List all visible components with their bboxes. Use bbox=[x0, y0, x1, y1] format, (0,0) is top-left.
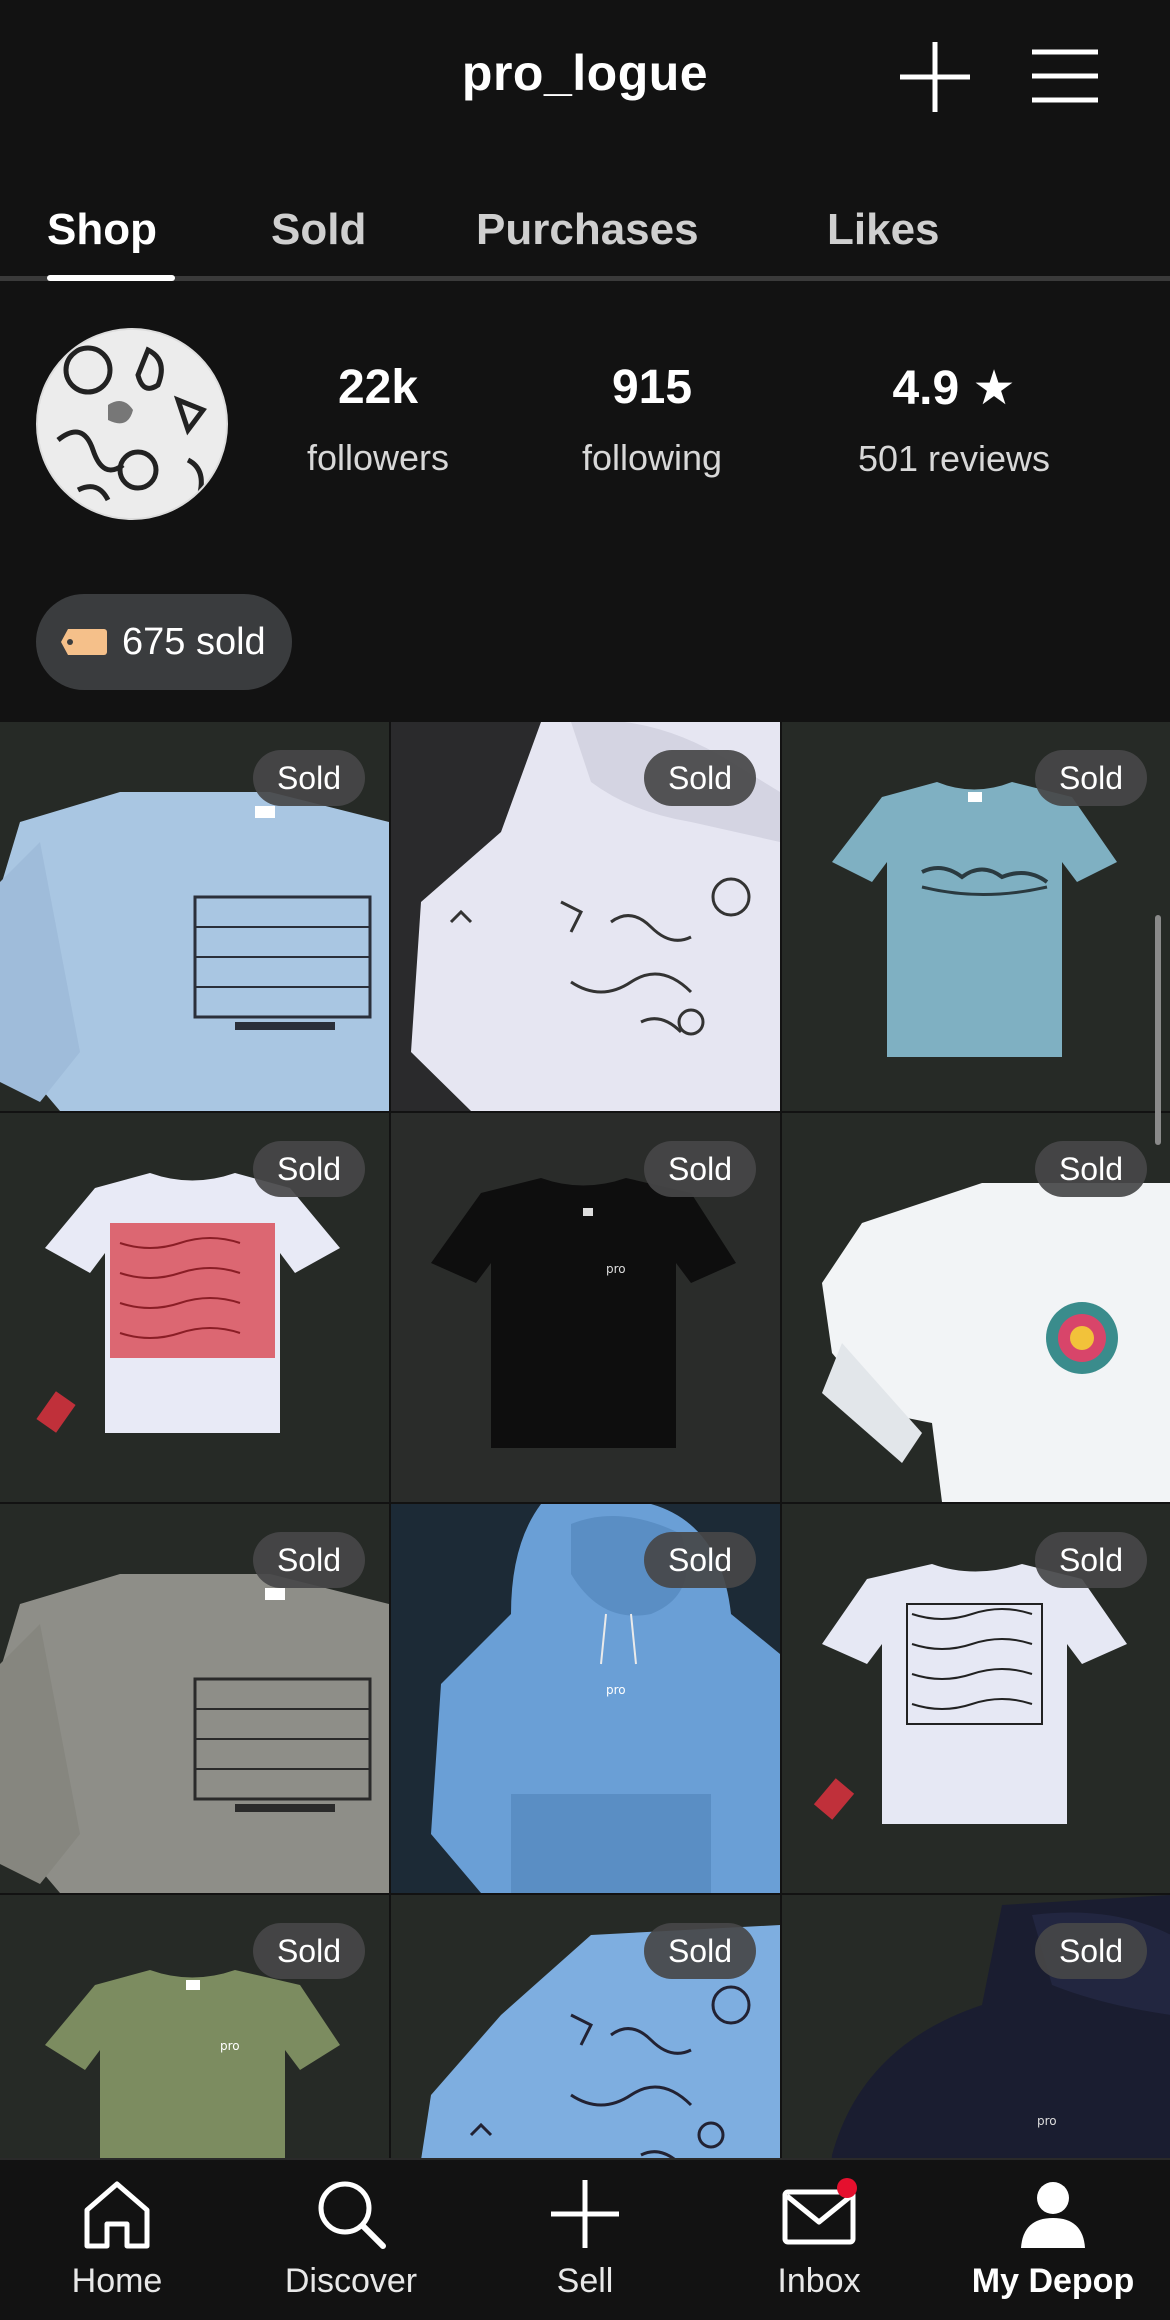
sold-badge: Sold bbox=[643, 1923, 756, 1979]
sold-badge: Sold bbox=[643, 1532, 756, 1588]
svg-text:pro: pro bbox=[606, 1683, 626, 1697]
nav-discover-label: Discover bbox=[284, 2262, 418, 2300]
nav-home[interactable]: Home bbox=[0, 2174, 234, 2301]
product-card[interactable]: Sold bbox=[0, 1504, 389, 1893]
profile-icon bbox=[1021, 2182, 1085, 2248]
avatar[interactable] bbox=[36, 328, 228, 520]
product-card[interactable]: pro Sold bbox=[782, 1895, 1170, 2158]
sold-badge: Sold bbox=[252, 1532, 365, 1588]
profile-tabs: Shop Sold Purchases Likes bbox=[0, 195, 1170, 281]
mail-icon bbox=[782, 2178, 857, 2245]
sold-count-text: 675 sold bbox=[122, 620, 266, 663]
nav-my-depop-label: My Depop bbox=[971, 2262, 1135, 2300]
nav-inbox[interactable]: Inbox bbox=[702, 2174, 936, 2301]
following-label: following bbox=[581, 437, 723, 478]
sold-badge: Sold bbox=[1034, 1923, 1147, 1979]
sold-badge: Sold bbox=[1034, 1141, 1147, 1197]
sold-badge: Sold bbox=[643, 750, 756, 806]
sold-badge: Sold bbox=[1034, 750, 1147, 806]
tab-likes[interactable]: Likes bbox=[827, 205, 940, 255]
product-card[interactable]: pro Sold bbox=[391, 1504, 780, 1893]
reviews-label: 501 reviews bbox=[857, 438, 1051, 479]
product-card[interactable]: Sold bbox=[782, 1113, 1170, 1502]
following-stat[interactable]: 915 following bbox=[552, 360, 752, 479]
following-count: 915 bbox=[611, 361, 693, 414]
top-bar: pro_logue bbox=[0, 0, 1170, 160]
product-card[interactable]: Sold bbox=[0, 722, 389, 1111]
product-card[interactable]: pro Sold bbox=[391, 1113, 780, 1502]
product-card[interactable]: Sold bbox=[0, 1113, 389, 1502]
followers-count: 22k bbox=[337, 361, 419, 414]
bottom-nav: Home Discover Sell Inbox My Depop bbox=[0, 2158, 1170, 2320]
nav-sell[interactable]: Sell bbox=[468, 2174, 702, 2301]
scrollbar[interactable] bbox=[1155, 915, 1161, 1145]
nav-discover[interactable]: Discover bbox=[234, 2174, 468, 2301]
sold-badge: Sold bbox=[252, 1923, 365, 1979]
price-tag-icon bbox=[61, 629, 107, 655]
rating-value: 4.9 ★ bbox=[892, 362, 1016, 415]
tab-purchases[interactable]: Purchases bbox=[476, 205, 699, 255]
product-card[interactable]: Sold bbox=[782, 722, 1170, 1111]
tab-sold[interactable]: Sold bbox=[271, 205, 366, 255]
product-card[interactable]: pro Sold bbox=[0, 1895, 389, 2158]
sold-badge: Sold bbox=[252, 750, 365, 806]
svg-text:pro: pro bbox=[606, 1262, 626, 1276]
product-grid: Sold Sold Sold Sold pro Sold Sold Sold p… bbox=[0, 722, 1170, 2158]
followers-stat[interactable]: 22k followers bbox=[278, 360, 478, 479]
product-card[interactable]: Sold bbox=[391, 1895, 780, 2158]
sold-badge: Sold bbox=[1034, 1532, 1147, 1588]
notification-dot bbox=[837, 2178, 857, 2198]
reviews-stat[interactable]: 4.9 ★ 501 reviews bbox=[822, 360, 1086, 480]
product-card[interactable]: Sold bbox=[782, 1504, 1170, 1893]
nav-sell-label: Sell bbox=[556, 2262, 614, 2300]
product-card[interactable]: Sold bbox=[391, 722, 780, 1111]
nav-home-label: Home bbox=[71, 2262, 163, 2300]
sold-badge: Sold bbox=[643, 1141, 756, 1197]
nav-inbox-label: Inbox bbox=[777, 2262, 861, 2300]
sold-badge: Sold bbox=[252, 1141, 365, 1197]
svg-text:pro: pro bbox=[220, 2039, 240, 2053]
plus-icon[interactable] bbox=[898, 40, 972, 114]
followers-label: followers bbox=[306, 437, 450, 478]
hamburger-menu-icon[interactable] bbox=[1030, 48, 1100, 104]
nav-my-depop[interactable]: My Depop bbox=[936, 2174, 1170, 2301]
search-icon bbox=[318, 2181, 386, 2249]
tab-shop[interactable]: Shop bbox=[47, 205, 157, 255]
plus-icon bbox=[551, 2180, 619, 2248]
svg-text:pro: pro bbox=[1037, 2114, 1057, 2128]
username-title: pro_logue bbox=[461, 45, 709, 101]
home-icon bbox=[84, 2181, 150, 2249]
active-tab-indicator bbox=[47, 275, 175, 281]
sold-count-badge: 675 sold bbox=[36, 594, 292, 690]
